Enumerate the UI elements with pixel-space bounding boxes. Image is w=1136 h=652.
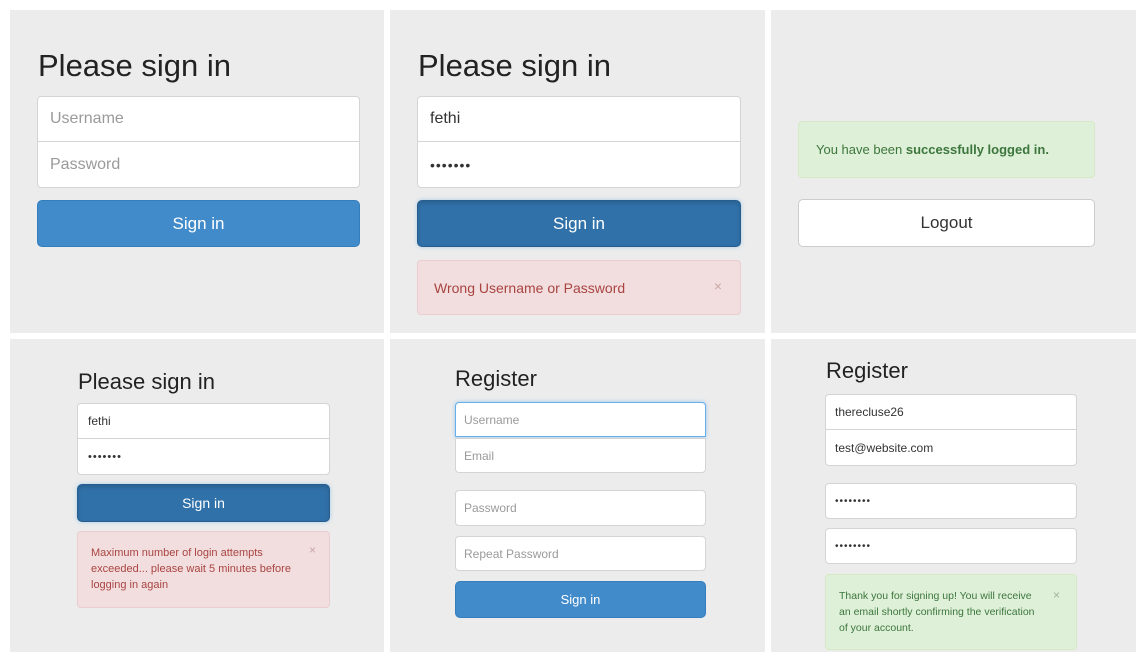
panel-sign-in-locked: Please sign in fethi ••••••• Sign in Max…: [10, 339, 384, 652]
password-input[interactable]: •••••••: [77, 438, 330, 475]
page-title: Please sign in: [418, 48, 612, 83]
panel-sign-in-wrong-credentials: Please sign in fethi ••••••• Sign in Wro…: [390, 10, 765, 333]
error-message: Maximum number of login attempts exceede…: [91, 547, 291, 591]
username-input[interactable]: fethi: [417, 96, 741, 142]
sign-in-button[interactable]: Sign in: [77, 484, 330, 522]
sign-in-button[interactable]: Sign in: [455, 581, 706, 618]
success-message: You have been successfully logged in.: [816, 142, 1049, 157]
panel-sign-in-empty: Please sign in Username Password Sign in: [10, 10, 384, 333]
page-title: Register: [826, 358, 908, 383]
repeat-password-input[interactable]: Repeat Password: [455, 536, 706, 571]
page-title: Please sign in: [38, 48, 232, 83]
close-icon[interactable]: ×: [309, 543, 316, 557]
username-input[interactable]: fethi: [77, 403, 330, 439]
password-input[interactable]: ••••••••: [825, 483, 1077, 519]
panel-register-empty: Register Username Email Password Repeat …: [390, 339, 765, 652]
page-title: Register: [455, 366, 537, 391]
sign-in-button[interactable]: Sign in: [37, 200, 360, 247]
sign-in-button[interactable]: Sign in: [417, 200, 741, 247]
username-input[interactable]: Username: [455, 402, 706, 437]
logout-button[interactable]: Logout: [798, 199, 1095, 247]
password-input[interactable]: •••••••: [417, 141, 741, 188]
page-title: Please sign in: [78, 369, 215, 394]
username-input[interactable]: therecluse26: [825, 394, 1077, 430]
success-message: Thank you for signing up! You will recei…: [839, 590, 1035, 634]
success-bold: successfully logged in.: [905, 142, 1049, 157]
success-alert: You have been successfully logged in.: [798, 121, 1095, 178]
email-input[interactable]: Email: [455, 438, 706, 473]
success-alert: Thank you for signing up! You will recei…: [825, 574, 1077, 650]
close-icon[interactable]: ×: [1053, 588, 1060, 602]
panel-register-success: Register therecluse26 test@website.com •…: [771, 339, 1136, 652]
email-input[interactable]: test@website.com: [825, 429, 1077, 466]
error-alert: Wrong Username or Password ×: [417, 260, 741, 315]
close-icon[interactable]: ×: [714, 278, 722, 294]
error-alert: Maximum number of login attempts exceede…: [77, 531, 330, 608]
repeat-password-input[interactable]: ••••••••: [825, 528, 1077, 564]
username-input[interactable]: Username: [37, 96, 360, 142]
password-input[interactable]: Password: [37, 141, 360, 188]
password-input[interactable]: Password: [455, 490, 706, 526]
panel-logged-in: You have been successfully logged in. Lo…: [771, 10, 1136, 333]
error-message: Wrong Username or Password: [434, 280, 626, 296]
success-prefix: You have been: [816, 142, 906, 157]
